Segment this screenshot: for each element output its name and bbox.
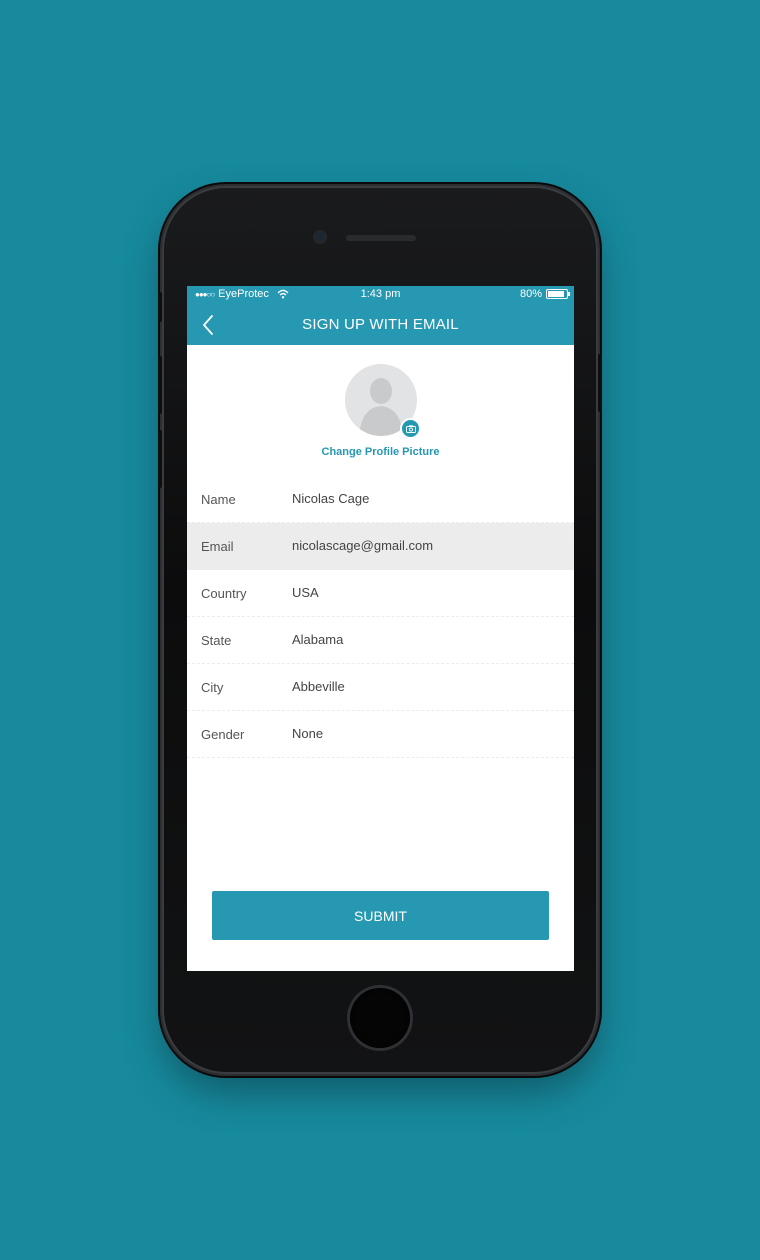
email-label: Email (201, 539, 234, 554)
form-row-country[interactable]: Country USA (187, 570, 574, 617)
battery-icon (546, 289, 570, 299)
status-bar: ●●●○○ EyeProtec 1:43 pm 80% (187, 286, 574, 304)
gender-field[interactable]: None (292, 726, 323, 741)
change-photo-button[interactable] (400, 418, 421, 439)
home-button[interactable] (350, 988, 410, 1048)
status-time: 1:43 pm (360, 288, 401, 300)
form-row-city[interactable]: City Abbeville (187, 664, 574, 711)
name-label: Name (201, 492, 236, 507)
name-field[interactable]: Nicolas Cage (292, 491, 369, 506)
state-label: State (201, 633, 232, 648)
camera-icon (405, 424, 416, 433)
profile-form: Name Nicolas Cage Email nicolascage@gmai… (187, 476, 574, 758)
change-profile-picture-link[interactable]: Change Profile Picture (187, 446, 574, 458)
email-field[interactable]: nicolascage@gmail.com (292, 538, 433, 553)
silent-switch (158, 292, 162, 322)
state-field[interactable]: Alabama (292, 632, 343, 647)
city-label: City (201, 680, 224, 695)
app-screen: ●●●○○ EyeProtec 1:43 pm 80% SIGN UP WITH… (187, 286, 574, 971)
country-label: Country (201, 586, 247, 601)
form-row-name[interactable]: Name Nicolas Cage (187, 476, 574, 523)
volume-down-button (158, 430, 162, 488)
form-row-email[interactable]: Email nicolascage@gmail.com (187, 523, 574, 570)
form-row-state[interactable]: State Alabama (187, 617, 574, 664)
submit-button[interactable]: SUBMIT (212, 891, 549, 940)
earpiece-speaker (346, 235, 416, 241)
battery-percent: 80% (519, 288, 542, 300)
power-button (598, 354, 602, 412)
city-field[interactable]: Abbeville (292, 679, 345, 694)
page-title: SIGN UP WITH EMAIL (302, 316, 459, 333)
form-row-gender[interactable]: Gender None (187, 711, 574, 758)
gender-label: Gender (201, 727, 245, 742)
volume-up-button (158, 356, 162, 414)
battery-status: 80% (519, 288, 570, 300)
front-camera (315, 232, 325, 242)
nav-bar: SIGN UP WITH EMAIL (187, 304, 574, 345)
phone-frame: ●●●○○ EyeProtec 1:43 pm 80% SIGN UP WITH… (158, 186, 602, 1074)
country-field[interactable]: USA (292, 585, 319, 600)
